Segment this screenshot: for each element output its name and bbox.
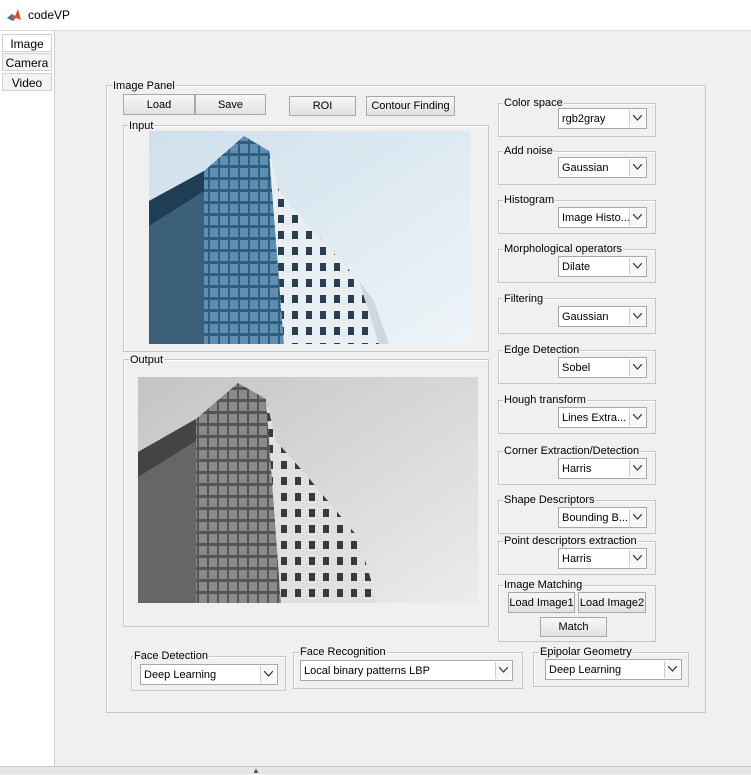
face-recognition-select[interactable]: Local binary patterns LBP xyxy=(300,660,513,681)
epipolar-geometry-title: Epipolar Geometry xyxy=(539,646,633,658)
chevron-down-icon xyxy=(629,460,645,477)
load-button[interactable]: Load xyxy=(123,94,195,115)
image-matching-title: Image Matching xyxy=(503,579,584,591)
corner-extraction-value: Harris xyxy=(562,463,592,475)
sidebar: Image Camera Video xyxy=(0,31,55,766)
shape-descriptors-title: Shape Descriptors xyxy=(503,494,596,506)
morphological-select[interactable]: Dilate xyxy=(558,256,647,277)
load-image1-button[interactable]: Load Image1 xyxy=(508,592,575,613)
chevron-down-icon xyxy=(664,661,680,678)
epipolar-geometry-value: Deep Learning xyxy=(549,664,622,676)
output-panel-title: Output xyxy=(129,354,165,366)
face-detection-title: Face Detection xyxy=(133,650,209,662)
save-button[interactable]: Save xyxy=(195,94,266,115)
histogram-title: Histogram xyxy=(503,194,556,206)
title-bar: codeVP xyxy=(0,0,751,31)
chevron-down-icon xyxy=(629,550,645,567)
filtering-title: Filtering xyxy=(503,293,545,305)
shape-descriptors-value: Bounding B... xyxy=(562,512,629,524)
image-panel-title: Image Panel xyxy=(112,80,176,92)
chevron-down-icon xyxy=(629,258,645,275)
window-title: codeVP xyxy=(28,8,71,22)
point-descriptors-select[interactable]: Harris xyxy=(558,548,647,569)
histogram-select[interactable]: Image Histo... xyxy=(558,207,647,228)
shape-descriptors-select[interactable]: Bounding B... xyxy=(558,507,647,528)
output-image xyxy=(138,377,478,603)
chevron-down-icon xyxy=(260,666,276,683)
color-space-select[interactable]: rgb2gray xyxy=(558,108,647,129)
tab-video[interactable]: Video xyxy=(2,73,52,91)
face-detection-select[interactable]: Deep Learning xyxy=(140,664,278,685)
edge-detection-value: Sobel xyxy=(562,362,591,374)
tab-image[interactable]: Image xyxy=(2,34,52,52)
add-noise-title: Add noise xyxy=(503,145,554,157)
chevron-down-icon xyxy=(629,308,645,325)
corner-extraction-title: Corner Extraction/Detection xyxy=(503,445,641,457)
color-space-value: rgb2gray xyxy=(562,113,606,125)
add-noise-select[interactable]: Gaussian xyxy=(558,157,647,178)
edge-detection-select[interactable]: Sobel xyxy=(558,357,647,378)
epipolar-geometry-select[interactable]: Deep Learning xyxy=(545,659,682,680)
color-space-title: Color space xyxy=(503,97,564,109)
chevron-down-icon xyxy=(495,662,511,679)
tab-camera[interactable]: Camera xyxy=(2,53,52,71)
face-detection-value: Deep Learning xyxy=(144,669,217,681)
chevron-down-icon xyxy=(629,509,645,526)
roi-button[interactable]: ROI xyxy=(289,96,356,116)
matlab-icon xyxy=(6,7,22,23)
histogram-value: Image Histo... xyxy=(562,212,630,224)
chevron-down-icon xyxy=(629,359,645,376)
resize-grip-icon: ▲ xyxy=(252,766,260,775)
hough-transform-select[interactable]: Lines Extra... xyxy=(558,407,647,428)
corner-extraction-select[interactable]: Harris xyxy=(558,458,647,479)
edge-detection-title: Edge Detection xyxy=(503,344,581,356)
point-descriptors-value: Harris xyxy=(562,553,592,565)
hough-transform-value: Lines Extra... xyxy=(562,412,627,424)
load-image2-button[interactable]: Load Image2 xyxy=(578,592,646,613)
chevron-down-icon xyxy=(629,409,645,426)
filtering-value: Gaussian xyxy=(562,311,609,323)
morphological-value: Dilate xyxy=(562,261,591,273)
input-image xyxy=(149,131,470,344)
filtering-select[interactable]: Gaussian xyxy=(558,306,647,327)
morphological-title: Morphological operators xyxy=(503,243,624,255)
chevron-down-icon xyxy=(629,110,645,127)
chevron-down-icon xyxy=(629,159,645,176)
add-noise-value: Gaussian xyxy=(562,162,609,174)
face-recognition-title: Face Recognition xyxy=(299,646,387,658)
face-recognition-value: Local binary patterns LBP xyxy=(304,665,430,677)
chevron-down-icon xyxy=(629,209,645,226)
match-button[interactable]: Match xyxy=(540,617,607,637)
contour-finding-button[interactable]: Contour Finding xyxy=(366,96,455,116)
hough-transform-title: Hough transform xyxy=(503,394,587,406)
point-descriptors-title: Point descriptors extraction xyxy=(503,535,638,547)
